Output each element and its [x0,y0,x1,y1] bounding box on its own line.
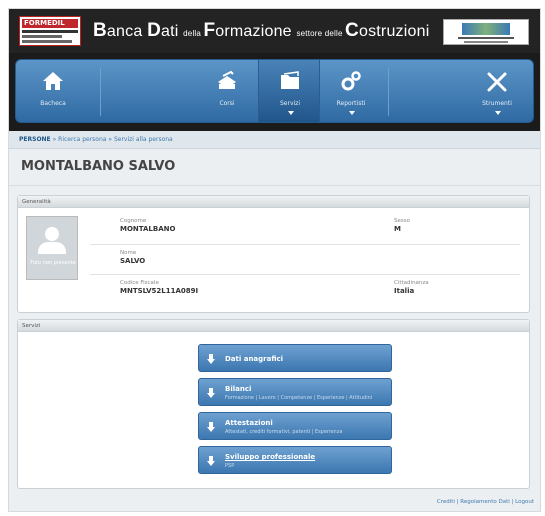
arrow-down-icon [207,456,215,466]
nav-item-servizi[interactable]: Servizi [258,60,320,122]
formedil-logo-text: FORMEDIL [22,19,78,28]
app-title-part: anca [106,23,148,40]
service-subtitle: Formazione | Lavoro | Competenze | Esper… [225,395,373,401]
app-title-part: D [147,20,161,41]
sex-field: Sesso M [394,218,410,233]
sex-value: M [394,225,401,233]
folder-icon [281,71,299,89]
nav-label: Bacheca [40,100,66,107]
sex-label: Sesso [394,218,410,224]
service-subtitle: Attestati, crediti formativi, patenti | … [225,429,343,435]
app-title-part: della [183,29,204,38]
fiscal-code-field: Codice Fiscale MNTSLV52L11A089I [120,280,198,295]
service-subtitle: PSP [225,463,235,469]
services-panel: Servizi Dati anagrafici Bilanci Formazio… [17,319,530,489]
nav-item-strumenti[interactable]: Strumenti [466,60,528,122]
arrow-down-icon [207,422,215,432]
nav-label: Servizi [279,100,300,107]
breadcrumb-link[interactable]: » Servizi alla persona [108,136,172,143]
service-title: Attestazioni [225,419,273,427]
data-policy-link[interactable]: Regolamento Dati [460,499,510,505]
credits-link[interactable]: Crediti [437,499,455,505]
citizenship-label: Cittadinanza [394,280,429,286]
breadcrumb-link[interactable]: » Ricerca persona [53,136,107,143]
nav-label: Reportisti [336,100,366,107]
breadcrumb: PERSONE » Ricerca persona » Servizi alla… [9,131,540,149]
app-title-part: settore delle [296,29,346,38]
panel-heading: Generalità [18,196,529,208]
app-title-part: B [93,20,107,41]
nav-item-corsi[interactable]: Corsi [196,60,258,122]
page-title: MONTALBANO SALVO [21,159,176,174]
nav-label: Strumenti [482,100,512,107]
app-frame: FORMEDIL Banca Dati della Formazione set… [8,8,541,512]
general-info-panel: Generalità Foto non presente Cognome MON… [17,195,530,313]
nav-bar: Bacheca Corsi Servizi Reportisti Strumen… [15,59,534,123]
chevron-down-icon [349,111,355,115]
app-title-part: F [203,20,216,41]
courses-icon [218,70,236,89]
name-value: SALVO [120,257,146,265]
citizenship-field: Cittadinanza Italia [394,280,429,295]
service-sviluppo-professionale-button[interactable]: Sviluppo professionale PSP [198,446,392,474]
app-title-part: ormazione [215,23,297,40]
home-icon [43,72,63,90]
avatar: Foto non presente [26,216,78,280]
gears-icon [341,71,361,91]
service-title: Bilanci [225,385,252,393]
app-title-part: C [345,20,359,41]
nav-label: Corsi [219,100,235,107]
panel-heading: Servizi [18,320,529,332]
arrow-down-icon [207,388,215,398]
partner-logo [443,19,529,45]
tools-icon [487,72,507,92]
surname-field: Cognome MONTALBANO [120,218,175,233]
surname-label: Cognome [120,218,147,224]
breadcrumb-root[interactable]: PERSONE [19,136,51,143]
formedil-logo: FORMEDIL [19,16,81,46]
main-navigation: Bacheca Corsi Servizi Reportisti Strumen… [9,53,540,131]
app-title-part: ati [160,23,184,40]
fiscal-code-label: Codice Fiscale [120,280,159,286]
arrow-down-icon [207,354,215,364]
logout-link[interactable]: Logout [515,499,534,505]
service-attestazioni-button[interactable]: Attestazioni Attestati, crediti formativ… [198,412,392,440]
app-title-part: ostruzioni [358,23,430,40]
photo-caption: Foto non presente [30,260,76,266]
chevron-down-icon [495,111,501,115]
fiscal-code-value: MNTSLV52L11A089I [120,287,199,295]
name-field: Nome SALVO [120,250,145,265]
surname-value: MONTALBANO [120,225,176,233]
app-title: Banca Dati della Formazione settore dell… [93,20,429,42]
chevron-down-icon [288,111,294,115]
nav-item-reportisti[interactable]: Reportisti [320,60,382,122]
service-title: Dati anagrafici [225,355,284,363]
nav-item-bacheca[interactable]: Bacheca [22,60,84,122]
top-bar: FORMEDIL Banca Dati della Formazione set… [9,9,540,53]
citizenship-value: Italia [394,287,415,295]
service-bilanci-button[interactable]: Bilanci Formazione | Lavoro | Competenze… [198,378,392,406]
service-dati-anagrafici-button[interactable]: Dati anagrafici [198,344,392,372]
service-title: Sviluppo professionale [225,453,316,461]
name-label: Nome [120,250,137,256]
footer-links: Crediti | Regolamento Dati | Logout [436,499,534,505]
